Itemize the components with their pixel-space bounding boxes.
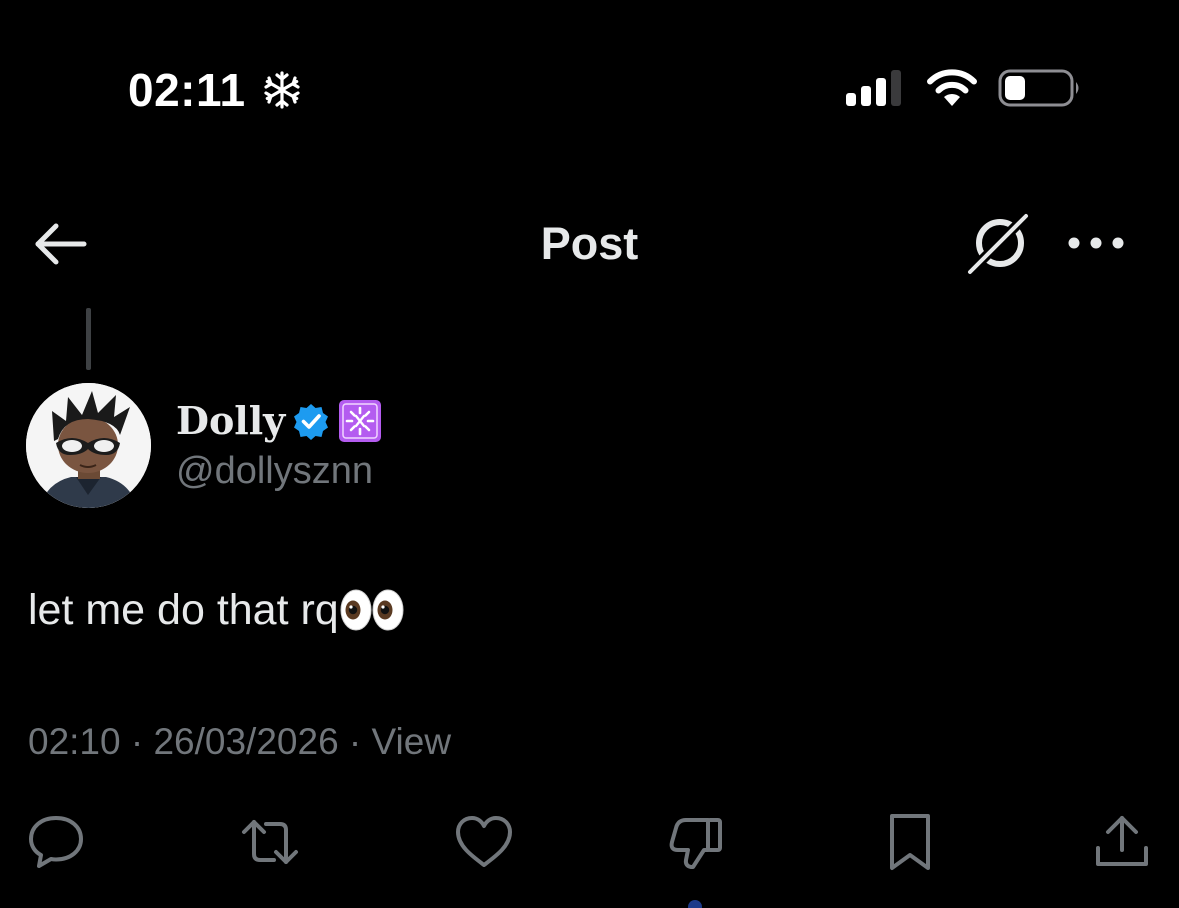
eyes-emoji-icon [340, 589, 404, 631]
dislike-icon[interactable] [664, 810, 728, 874]
avatar[interactable] [26, 383, 151, 508]
snowflake-icon [264, 71, 300, 109]
like-icon[interactable] [452, 810, 516, 874]
affiliate-badge-icon[interactable] [338, 399, 382, 443]
signal-icon [846, 70, 901, 106]
author-display-name[interactable]: Dolly [176, 398, 285, 444]
verified-icon[interactable] [292, 402, 330, 440]
avatar-illustration [26, 383, 151, 508]
grok-icon[interactable] [966, 210, 1032, 276]
share-icon[interactable] [1090, 810, 1154, 874]
more-icon[interactable] [1066, 230, 1126, 256]
bookmark-icon[interactable] [878, 810, 942, 874]
reply-icon[interactable] [24, 810, 88, 874]
wifi-icon [927, 69, 977, 106]
post-text: let me do that rq [28, 583, 405, 637]
battery-icon [998, 69, 1079, 107]
author-handle[interactable]: @dollysznn [176, 448, 373, 494]
status-time: 02:11 [128, 64, 246, 116]
thread-connector-line [86, 308, 91, 370]
post-text-content: let me do that rq [28, 586, 339, 634]
post-timestamp-views: 02:10 · 26/03/2026 · View [28, 721, 452, 762]
repost-icon[interactable] [238, 810, 302, 874]
post-screen: 02:11 Post Dolly @dollysznn let me do th… [0, 0, 1179, 908]
indicator-dot [688, 900, 702, 908]
